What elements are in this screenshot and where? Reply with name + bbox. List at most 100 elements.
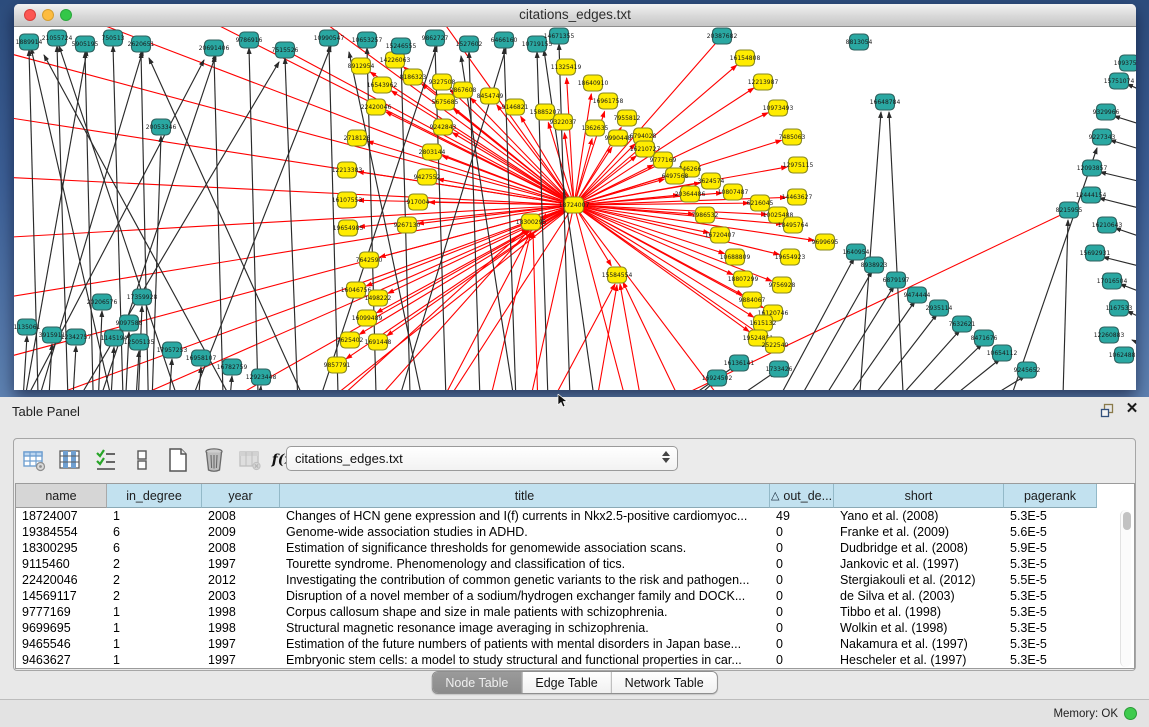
graph-node-label: 6794028: [630, 133, 657, 140]
graph-node-label: 20691406: [199, 45, 230, 52]
graph-node-label: 9786916: [236, 37, 263, 44]
graph-node-label: 9427552: [414, 174, 441, 181]
graph-node-label: 5675685: [432, 99, 459, 106]
graph-node-label: 9327508: [429, 79, 456, 86]
table-row[interactable]: 977716911998Corpus callosum shape and si…: [16, 604, 1134, 620]
graph-node-label: 16720407: [705, 232, 736, 239]
table-row[interactable]: 911546021997Tourette syndrome. Phenomeno…: [16, 556, 1134, 572]
table-row[interactable]: 946554611997Estimation of the future num…: [16, 636, 1134, 652]
window-titlebar[interactable]: citations_edges.txt: [14, 4, 1136, 27]
black-edge: [249, 48, 259, 390]
table-cell-name: 19384554: [16, 524, 107, 540]
table-row[interactable]: 1456911722003Disruption of a novel membe…: [16, 588, 1134, 604]
column-header-title[interactable]: title: [280, 484, 770, 508]
graph-node-label: 1498222: [365, 295, 392, 302]
graph-node-label: 16924502: [702, 375, 733, 382]
black-edge: [1110, 140, 1136, 155]
graph-node-label: 18807299: [728, 276, 759, 283]
table-header-row: name in_degreeyeartitle△out_de...shortpag…: [16, 484, 1134, 508]
table-selector-dropdown[interactable]: citations_edges.txt: [286, 446, 678, 471]
column-header-short[interactable]: short: [834, 484, 1004, 508]
column-header-out_degree[interactable]: △out_de...: [770, 484, 834, 508]
graph-node-label: 9699695: [812, 239, 839, 246]
table-cell-pagerank: 5.3E-5: [1004, 604, 1097, 620]
table-cell-year: 2003: [202, 588, 280, 604]
graph-node-label: 10688809: [720, 254, 751, 261]
graph-node-label: 9146821: [502, 104, 529, 111]
table-cell-in_degree: 1: [107, 508, 202, 524]
status-bar: Memory: OK: [0, 699, 1149, 727]
graph-node-label: 15246555: [386, 43, 417, 50]
graph-node-label: 12923448: [246, 374, 277, 381]
table-cell-in_degree: 2: [107, 588, 202, 604]
tab-network-table[interactable]: Network Table: [612, 672, 717, 693]
table-row[interactable]: 1938455462009Genome-wide association stu…: [16, 524, 1134, 540]
column-header-name[interactable]: name: [16, 484, 107, 508]
table-cell-in_degree: 2: [107, 556, 202, 572]
delete-column-icon[interactable]: [200, 447, 227, 474]
table-cell-name: 9463627: [16, 652, 107, 668]
table-vertical-scrollbar[interactable]: [1120, 510, 1131, 667]
citation-network-graph[interactable]: 1872400789129541422606316543962818632393…: [14, 27, 1136, 390]
close-panel-icon[interactable]: ✕: [1124, 401, 1140, 417]
graph-node-label: 2620651: [128, 41, 155, 48]
column-header-year[interactable]: year: [202, 484, 280, 508]
table-cell-short: Tibbo et al. (1998): [834, 604, 1004, 620]
graph-node-label: 18300295: [516, 219, 547, 226]
float-panel-icon[interactable]: [1100, 403, 1115, 418]
tab-edge-table[interactable]: Edge Table: [522, 672, 611, 693]
graph-node-label: 15584554: [602, 272, 633, 279]
graph-node-label: 3624574: [698, 178, 725, 185]
select-columns-icon[interactable]: [92, 447, 119, 474]
table-cell-title: Disruption of a novel member of a sodium…: [280, 588, 770, 604]
graph-node-label: 10807487: [718, 189, 749, 196]
table-tabs-bar: Node TableEdge TableNetwork Table: [0, 669, 1149, 695]
network-canvas[interactable]: 1872400789129541422606316543962818632393…: [14, 27, 1136, 390]
tab-node-table[interactable]: Node Table: [432, 672, 522, 693]
table-row[interactable]: 1830029562008Estimation of significance …: [16, 540, 1134, 556]
table-cell-short: Jankovic et al. (1997): [834, 556, 1004, 572]
black-edge: [803, 286, 894, 390]
scrollbar-thumb[interactable]: [1123, 512, 1131, 530]
graph-node-label: 14226063: [380, 57, 411, 64]
red-edge: [14, 205, 574, 240]
graph-node-label: 7642590: [356, 257, 383, 264]
new-column-icon[interactable]: [164, 447, 191, 474]
table-cell-title: Investigating the contribution of common…: [280, 572, 770, 588]
table-mode-icon[interactable]: [20, 447, 47, 474]
graph-node-label: 2935114: [926, 305, 953, 312]
table-row[interactable]: 2242004622012Investigating the contribut…: [16, 572, 1134, 588]
graph-node-label: 12213987: [748, 79, 779, 86]
row-options-icon[interactable]: [128, 447, 155, 474]
graph-node-label: 7485063: [779, 134, 806, 141]
memory-status-icon[interactable]: [1124, 707, 1137, 720]
table-cell-short: de Silva et al. (2003): [834, 588, 1004, 604]
graph-node-label: 16210643: [1092, 222, 1123, 229]
graph-node-label: 10624883: [1109, 352, 1136, 359]
column-header-pagerank[interactable]: pagerank: [1004, 484, 1097, 508]
table-cell-title: Tourette syndrome. Phenomenology and cla…: [280, 556, 770, 572]
graph-node-label: 12975115: [783, 162, 814, 169]
red-edge: [589, 285, 617, 390]
graph-node-label: 9267130: [394, 222, 421, 229]
table-row[interactable]: 946362711997Embryonic stem cells: a mode…: [16, 652, 1134, 668]
show-columns-icon[interactable]: [56, 447, 83, 474]
graph-node-label: 18640910: [578, 80, 609, 87]
window-title: citations_edges.txt: [14, 7, 1136, 22]
black-edge: [1114, 116, 1136, 130]
graph-node-label: 10990547: [314, 35, 345, 42]
table-cell-name: 9115460: [16, 556, 107, 572]
table-row[interactable]: 1872400712008Changes of HCN gene express…: [16, 508, 1134, 524]
table-cell-out_degree: 0: [770, 524, 834, 540]
table-cell-pagerank: 5.5E-5: [1004, 572, 1097, 588]
graph-node-label: 8938923: [861, 262, 888, 269]
column-header-label: name: [45, 489, 76, 503]
graph-node-label: 12342757: [61, 334, 92, 341]
table-row[interactable]: 969969511998Structural magnetic resonanc…: [16, 620, 1134, 636]
table-cell-out_degree: 0: [770, 620, 834, 636]
graph-node-label: 6497568: [662, 173, 689, 180]
column-header-label: out_de...: [783, 489, 832, 503]
column-header-in_degree[interactable]: in_degree: [107, 484, 202, 508]
delete-table-icon[interactable]: [236, 447, 263, 474]
table-cell-out_degree: 0: [770, 540, 834, 556]
